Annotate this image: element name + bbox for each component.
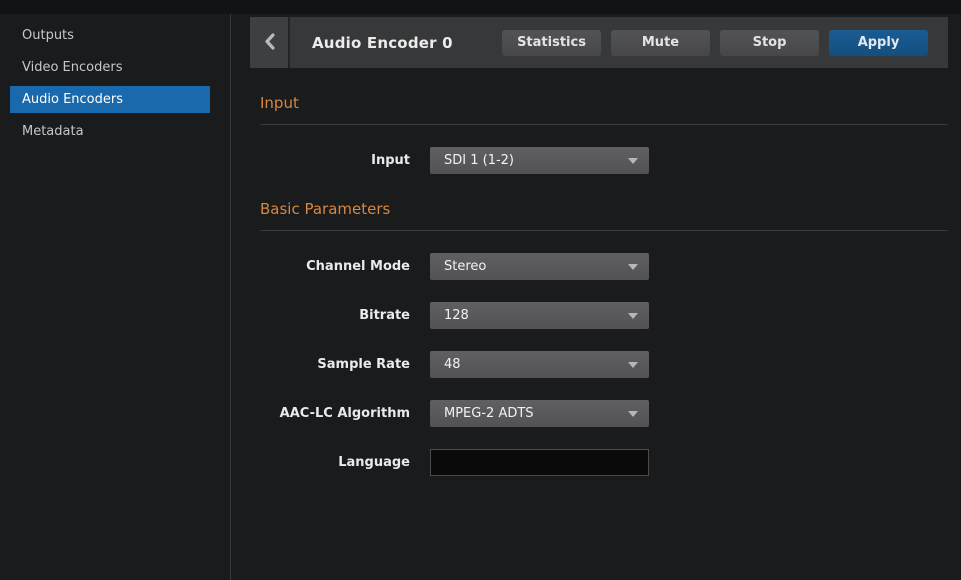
aac-lc-algorithm-select[interactable]: MPEG-2 ADTS bbox=[430, 400, 649, 427]
section-title: Basic Parameters bbox=[260, 200, 948, 231]
main-panel: Audio Encoder 0 StatisticsMuteStopApply … bbox=[231, 0, 961, 580]
select-value: 48 bbox=[430, 357, 461, 372]
select-value: Stereo bbox=[430, 259, 486, 274]
chevron-down-icon bbox=[628, 264, 638, 270]
select-value: 128 bbox=[430, 308, 469, 323]
sidebar: Outputs Video Encoders Audio Encoders Metad… bbox=[0, 0, 231, 580]
form-row-sample-rate: Sample Rate 48 bbox=[260, 351, 948, 378]
select-value: MPEG-2 ADTS bbox=[430, 406, 534, 421]
sidebar-nav: Outputs Video Encoders Audio Encoders Metad… bbox=[0, 22, 230, 145]
header-actions: Statistics Mute Stop Apply bbox=[502, 30, 948, 56]
field-label: Language bbox=[260, 455, 410, 470]
chevron-down-icon bbox=[628, 411, 638, 417]
sidebar-item-outputs[interactable]: Outputs bbox=[10, 22, 210, 49]
section-input: Input Input SDI 1 (1-2) bbox=[260, 94, 948, 174]
statistics-button[interactable]: Statistics bbox=[502, 30, 601, 56]
app-root: Outputs Video Encoders Audio Encoders Metad… bbox=[0, 0, 961, 580]
form-row-input: Input SDI 1 (1-2) bbox=[260, 147, 948, 174]
sidebar-item-metadata[interactable]: Metadata bbox=[10, 118, 210, 145]
section-basic-parameters: Basic Parameters Channel Mode Stereo Bitrat… bbox=[260, 200, 948, 476]
section-title: Input bbox=[260, 94, 948, 125]
chevron-left-icon bbox=[264, 33, 275, 53]
mute-button[interactable]: Mute bbox=[611, 30, 710, 56]
sidebar-item-audio-encoders[interactable]: Audio Encoders bbox=[10, 86, 210, 113]
form-row-channel-mode: Channel Mode Stereo bbox=[260, 253, 948, 280]
input-select[interactable]: SDI 1 (1-2) bbox=[430, 147, 649, 174]
sample-rate-select[interactable]: 48 bbox=[430, 351, 649, 378]
titlebar: Audio Encoder 0 Statistics Mute Stop Apply bbox=[250, 17, 948, 68]
form-content: Input Input SDI 1 (1-2) Basic Parameters Cha… bbox=[250, 94, 948, 476]
bitrate-select[interactable]: 128 bbox=[430, 302, 649, 329]
back-button[interactable] bbox=[250, 17, 290, 68]
form-row-bitrate: Bitrate 128 bbox=[260, 302, 948, 329]
sidebar-item-video-encoders[interactable]: Video Encoders bbox=[10, 54, 210, 81]
form-row-language: Language bbox=[260, 449, 948, 476]
field-label: AAC-LC Algorithm bbox=[260, 406, 410, 421]
chevron-down-icon bbox=[628, 362, 638, 368]
field-label: Bitrate bbox=[260, 308, 410, 323]
field-label: Input bbox=[260, 153, 410, 168]
channel-mode-select[interactable]: Stereo bbox=[430, 253, 649, 280]
stop-button[interactable]: Stop bbox=[720, 30, 819, 56]
form-row-aac-lc-algorithm: AAC-LC Algorithm MPEG-2 ADTS bbox=[260, 400, 948, 427]
chevron-down-icon bbox=[628, 158, 638, 164]
page-title: Audio Encoder 0 bbox=[312, 34, 453, 52]
field-label: Channel Mode bbox=[260, 259, 410, 274]
apply-button[interactable]: Apply bbox=[829, 30, 928, 56]
field-label: Sample Rate bbox=[260, 357, 410, 372]
select-value: SDI 1 (1-2) bbox=[430, 153, 514, 168]
chevron-down-icon bbox=[628, 313, 638, 319]
language-input[interactable] bbox=[430, 449, 649, 476]
